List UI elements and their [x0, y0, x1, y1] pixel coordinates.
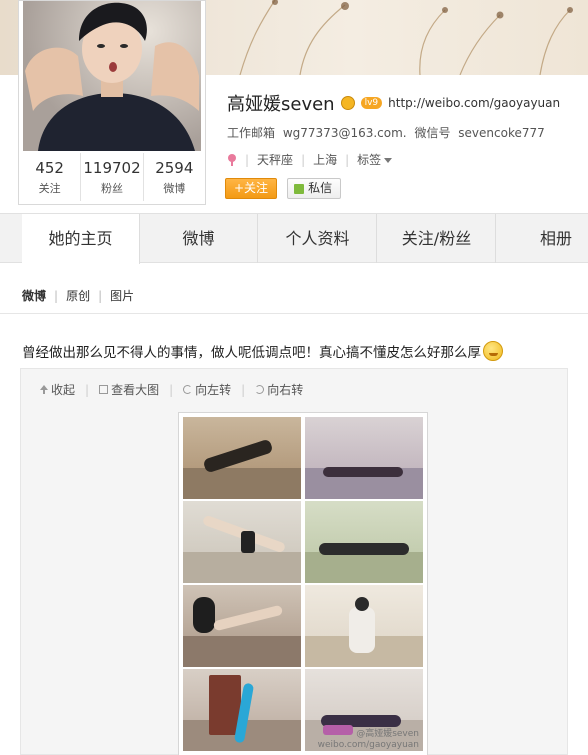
profile-actions: +关注 私信 — [225, 178, 342, 199]
wechat-value: sevencoke777 — [458, 126, 545, 140]
photo-collage[interactable]: @高娅媛seven weibo.com/gaoyayuan — [178, 412, 428, 755]
message-icon — [294, 183, 305, 194]
tool-divider: | — [169, 382, 174, 397]
tool-divider: | — [241, 382, 246, 397]
wechat-label: 微信号 — [414, 126, 451, 140]
tab-follow[interactable]: 关注/粉丝 — [378, 214, 496, 263]
info-divider: | — [245, 152, 250, 167]
filter-images[interactable]: 图片 — [110, 287, 134, 304]
female-icon — [227, 153, 237, 166]
stat-posts-count: 2594 — [155, 159, 194, 177]
media-panel: 收起 | 查看大图 | 向左转 | 向右转 @高娅媛seven weibo.co… — [20, 368, 568, 755]
filter-original[interactable]: 原创 — [66, 287, 90, 304]
view-large-label: 查看大图 — [111, 383, 160, 397]
rotate-left-icon — [183, 385, 193, 394]
city-link[interactable]: 上海 — [313, 151, 337, 168]
photo-thumbnail[interactable] — [305, 417, 423, 499]
filter-divider: | — [98, 288, 103, 303]
view-large-button[interactable]: 查看大图 — [99, 381, 159, 398]
post-body: 曾经做出那么见不得人的事情，做人呢低调点吧！真心搞不懂皮怎么好那么厚 — [22, 341, 503, 361]
collapse-label: 收起 — [51, 383, 76, 397]
mail-value: wg77373@163.com. — [282, 126, 407, 140]
tab-profile[interactable]: 个人资料 — [259, 214, 377, 263]
mail-label: 工作邮箱 — [227, 126, 276, 140]
photo-thumbnail[interactable] — [305, 585, 423, 667]
watermark-handle: @高娅媛seven — [356, 729, 419, 739]
stat-followers-label: 粉丝 — [100, 182, 123, 195]
rotate-left-label: 向左转 — [195, 383, 232, 397]
info-divider: | — [301, 152, 306, 167]
avatar-portrait — [25, 2, 199, 151]
avatar[interactable] — [23, 1, 201, 151]
zodiac-link[interactable]: 天秤座 — [257, 151, 293, 168]
rotate-right-button[interactable]: 向右转 — [255, 381, 303, 398]
profile-stats: 452 关注 119702 粉丝 2594 微博 — [19, 153, 205, 201]
feed-filters: 微博 | 原创 | 图片 — [22, 287, 134, 304]
photo-thumbnail[interactable] — [183, 585, 301, 667]
photo-grid: @高娅媛seven weibo.com/gaoyayuan — [183, 417, 423, 753]
tab-album[interactable]: 相册 — [497, 214, 588, 263]
contact-row: 工作邮箱 wg77373@163.com. 微信号 sevencoke777 — [227, 124, 549, 141]
tab-weibo[interactable]: 微博 — [140, 214, 258, 263]
profile-tabs: 她的主页 微博 个人资料 关注/粉丝 相册 — [0, 213, 588, 264]
rotate-left-button[interactable]: 向左转 — [183, 381, 231, 398]
profile-name-row: 高娅媛seven lv9 http://weibo.com/gaoyayuan — [227, 90, 560, 116]
watermark-site: weibo.com/gaoyayuan — [317, 740, 419, 750]
image-watermark: @高娅媛seven weibo.com/gaoyayuan — [318, 729, 419, 751]
photo-thumbnail[interactable] — [183, 669, 301, 751]
profile-info-row: | 天秤座 | 上海 | 标签 — [227, 151, 393, 168]
follow-button[interactable]: +关注 — [225, 178, 278, 199]
divider-line — [0, 313, 588, 314]
emoji-icon — [483, 341, 503, 361]
crown-icon[interactable] — [340, 96, 355, 110]
photo-thumbnail[interactable] — [183, 501, 301, 583]
caret-down-icon — [384, 158, 393, 163]
stat-posts[interactable]: 2594 微博 — [144, 153, 205, 201]
info-divider: | — [345, 152, 350, 167]
tool-divider: | — [85, 382, 90, 397]
photo-thumbnail[interactable] — [305, 501, 423, 583]
rotate-right-icon — [255, 385, 265, 394]
message-label: 私信 — [308, 181, 333, 195]
stat-followers-count: 119702 — [83, 159, 141, 177]
rotate-right-label: 向右转 — [267, 383, 304, 397]
arrow-up-icon — [39, 385, 48, 394]
level-badge[interactable]: lv9 — [360, 97, 383, 109]
stat-following-count: 452 — [35, 159, 64, 177]
filter-divider: | — [54, 288, 59, 303]
zoom-icon — [99, 385, 109, 394]
tags-label: 标签 — [357, 153, 382, 167]
avatar-card: 452 关注 119702 粉丝 2594 微博 — [18, 0, 206, 205]
collapse-button[interactable]: 收起 — [39, 381, 75, 398]
photo-thumbnail[interactable] — [183, 417, 301, 499]
tags-dropdown[interactable]: 标签 — [357, 151, 393, 168]
stat-following-label: 关注 — [38, 182, 61, 195]
message-button[interactable]: 私信 — [287, 178, 342, 199]
stat-posts-label: 微博 — [163, 182, 186, 195]
tab-home[interactable]: 她的主页 — [22, 214, 140, 264]
stat-following[interactable]: 452 关注 — [19, 153, 82, 201]
profile-url-link[interactable]: http://weibo.com/gaoyayuan — [388, 96, 560, 110]
media-toolbar: 收起 | 查看大图 | 向左转 | 向右转 — [39, 381, 303, 398]
filter-all[interactable]: 微博 — [22, 287, 46, 304]
stat-followers[interactable]: 119702 粉丝 — [81, 153, 144, 201]
profile-name: 高娅媛seven — [227, 94, 335, 115]
post-text: 曾经做出那么见不得人的事情，做人呢低调点吧！真心搞不懂皮怎么好那么厚 — [22, 345, 481, 361]
